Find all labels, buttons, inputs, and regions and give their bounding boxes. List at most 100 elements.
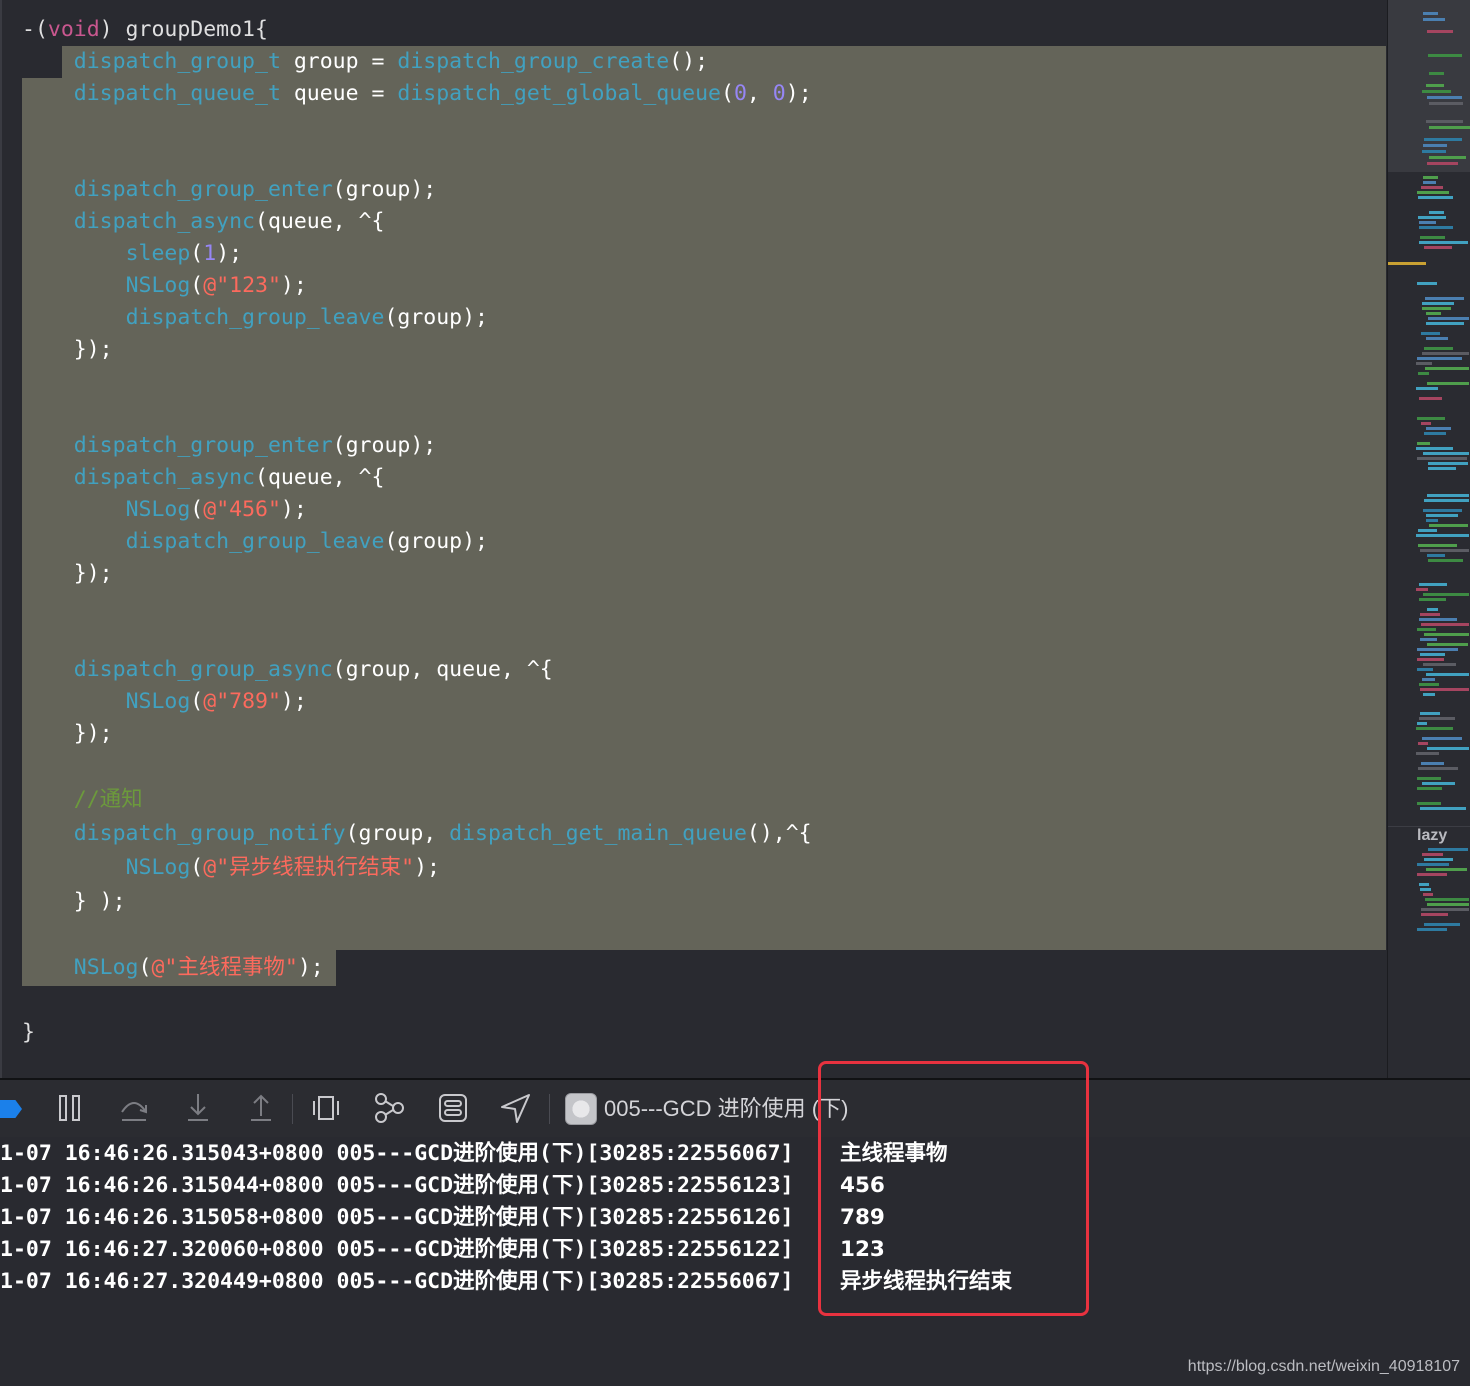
- minimap-line: [1427, 747, 1469, 750]
- pause-icon[interactable]: [52, 1090, 88, 1126]
- minimap-line: [1424, 347, 1453, 350]
- minimap-section-label: lazy: [1417, 827, 1448, 844]
- token: );: [280, 689, 307, 714]
- code-line: dispatch_group_enter(group);: [22, 431, 436, 461]
- code-line: });: [22, 559, 113, 589]
- log-prefix: 1-07 16:46:26.315044+0800 005---GCD进阶使用(…: [0, 1173, 794, 1198]
- minimap-line: [1418, 767, 1458, 770]
- breakpoints-toggle-icon[interactable]: [0, 1100, 22, 1118]
- token-function: dispatch_group_create: [397, 49, 670, 74]
- code-line: dispatch_async(queue, ^{: [22, 207, 385, 237]
- toolbar-separator: [292, 1094, 293, 1124]
- location-icon[interactable]: [498, 1090, 534, 1126]
- minimap-line: [1429, 156, 1466, 159]
- step-into-icon[interactable]: [180, 1090, 216, 1126]
- minimap-line: [1423, 893, 1433, 896]
- minimap-line: [1422, 307, 1451, 310]
- code-line: dispatch_group_t group = dispatch_group_…: [22, 47, 708, 77]
- minimap-line: [1427, 162, 1458, 165]
- minimap-line: [1429, 211, 1444, 214]
- minimap-line: [1417, 668, 1433, 671]
- step-over-icon[interactable]: [116, 1090, 152, 1126]
- code-line: dispatch_async(queue, ^{: [22, 463, 385, 493]
- token-function: dispatch_group_leave: [125, 529, 385, 554]
- minimap-line: [1416, 588, 1428, 591]
- step-out-icon[interactable]: [243, 1090, 279, 1126]
- minimap-line: [1424, 499, 1469, 502]
- minimap-line: [1417, 777, 1441, 780]
- minimap-line: [1424, 246, 1452, 249]
- token: });: [73, 721, 113, 746]
- token: );: [216, 241, 243, 266]
- minimap-line: [1417, 802, 1441, 805]
- token-function: dispatch_async: [73, 209, 255, 234]
- minimap-line: [1427, 554, 1445, 557]
- toolbar-separator: [549, 1094, 550, 1124]
- minimap-line: [1418, 372, 1429, 375]
- minimap-line: [1426, 337, 1448, 340]
- token: (group, queue, ^{: [332, 657, 553, 682]
- token-function: dispatch_get_main_queue: [449, 821, 747, 846]
- minimap-line: [1419, 598, 1446, 601]
- console-output[interactable]: 1-07 16:46:26.315043+0800 005---GCD进阶使用(…: [0, 1137, 1470, 1386]
- minimap-line: [1426, 514, 1458, 517]
- log-prefix: 1-07 16:46:27.320449+0800 005---GCD进阶使用(…: [0, 1269, 794, 1294]
- code-line: sleep(1);: [22, 239, 243, 269]
- minimap-line: [1429, 524, 1468, 527]
- code-line: dispatch_group_notify(group, dispatch_ge…: [22, 819, 812, 849]
- minimap-line: [1422, 302, 1454, 305]
- minimap-line: [1417, 417, 1445, 420]
- code-line: } );: [22, 887, 126, 917]
- minimap-line: [1423, 144, 1447, 147]
- minimap-line: [1418, 196, 1453, 199]
- token: (group);: [332, 433, 437, 458]
- minimap-line: [1420, 638, 1437, 641]
- minimap-line: [1422, 150, 1446, 153]
- minimap-line: [1423, 18, 1445, 21]
- app-target-icon[interactable]: [565, 1093, 597, 1125]
- minimap-line: [1417, 722, 1427, 725]
- minimap-line: [1420, 807, 1466, 810]
- minimap-line: [1426, 519, 1438, 522]
- watermark: https://blog.csdn.net/weixin_40918107: [1187, 1358, 1460, 1375]
- code-line: dispatch_group_enter(group);: [22, 175, 436, 205]
- token-string: @"789": [203, 689, 281, 714]
- minimap-line: [1424, 633, 1469, 636]
- view-hierarchy-icon[interactable]: [308, 1090, 344, 1126]
- minimap-line: [1416, 534, 1469, 537]
- gutter: [0, 0, 2, 1078]
- minimap-line: [1424, 138, 1462, 141]
- target-name[interactable]: 005---GCD 进阶使用 (下): [604, 1093, 848, 1125]
- token: } );: [73, 889, 126, 914]
- minimap-line: [1419, 221, 1436, 224]
- minimap-line: [1421, 623, 1469, 626]
- minimap-line: [1421, 186, 1443, 189]
- debug-toolbar: 005---GCD 进阶使用 (下): [0, 1078, 1470, 1139]
- token-function: dispatch_group_leave: [125, 305, 385, 330]
- minimap-line: [1427, 903, 1469, 906]
- token-function: dispatch_get_global_queue: [397, 81, 721, 106]
- minimap-line: [1417, 928, 1447, 931]
- minimap-line: [1417, 658, 1444, 661]
- minimap-line: [1418, 216, 1446, 219]
- minimap-line: [1423, 12, 1438, 15]
- minimap-line: [1421, 908, 1469, 911]
- minimap-line: [1428, 54, 1462, 57]
- memory-graph-icon[interactable]: [371, 1090, 407, 1126]
- token: (group);: [384, 529, 489, 554]
- minimap-line: [1417, 357, 1462, 360]
- minimap-line: [1418, 529, 1437, 532]
- minimap-line: [1420, 688, 1469, 691]
- minimap[interactable]: lazy: [1387, 0, 1470, 1078]
- minimap-line: [1424, 432, 1446, 435]
- minimap-line: [1416, 362, 1432, 365]
- code-editor[interactable]: -(void) groupDemo1{ dispatch_group_t gro…: [0, 0, 1387, 1078]
- token-comment: //通知: [73, 787, 143, 812]
- log-prefix: 1-07 16:46:27.320060+0800 005---GCD进阶使用(…: [0, 1237, 794, 1262]
- token-function: dispatch_group_enter: [73, 177, 333, 202]
- environment-overrides-icon[interactable]: [435, 1090, 471, 1126]
- minimap-line: [1426, 427, 1451, 430]
- minimap-line: [1429, 126, 1470, 129]
- token-string: @"主线程事物": [151, 955, 298, 980]
- minimap-line: [1419, 883, 1429, 886]
